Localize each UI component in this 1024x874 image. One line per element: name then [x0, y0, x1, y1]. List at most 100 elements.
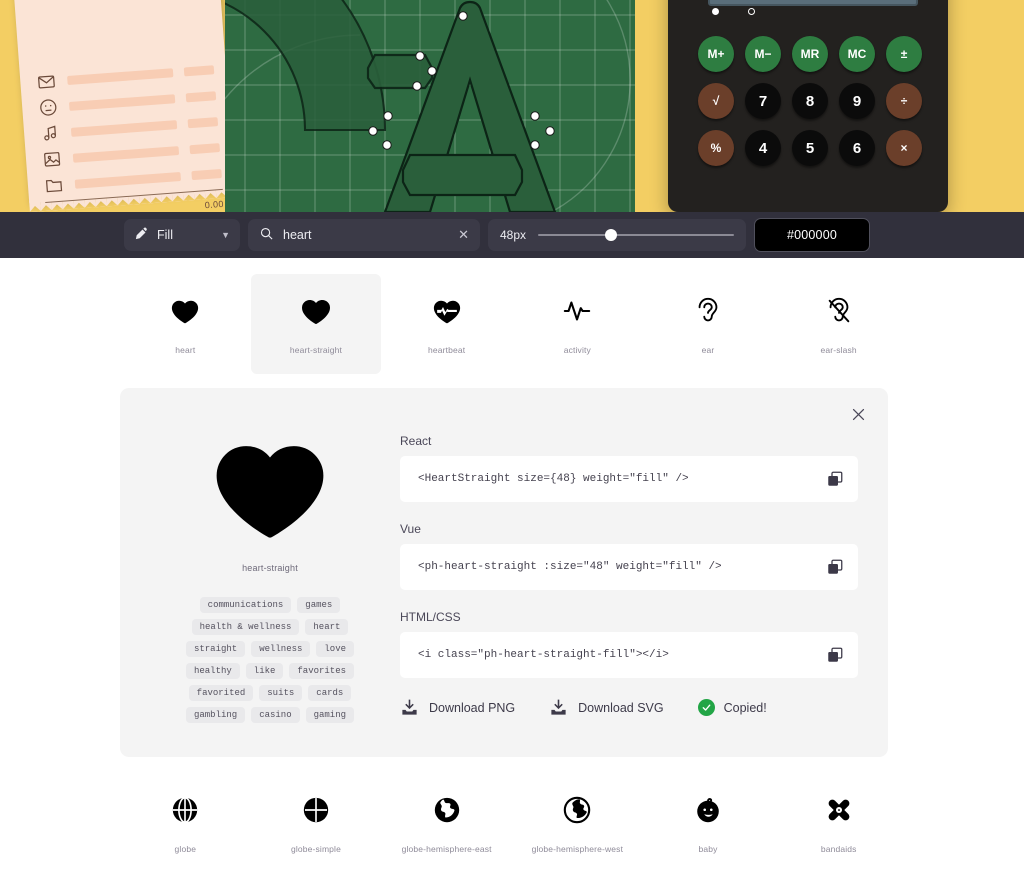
copy-icon[interactable] [826, 646, 844, 664]
calc-key[interactable]: × [886, 130, 922, 166]
tag-chip[interactable]: favorited [188, 685, 254, 701]
globe-hemisphere-west-icon [562, 793, 592, 827]
calc-key[interactable]: 9 [839, 83, 875, 119]
tag-chip[interactable]: straight [185, 641, 246, 657]
clear-search-icon[interactable]: ✕ [458, 227, 469, 243]
tag-chip[interactable]: love [316, 641, 355, 657]
calc-key[interactable]: MR [792, 36, 828, 72]
heart-straight-icon-large [160, 432, 380, 544]
calc-key[interactable]: ÷ [886, 83, 922, 119]
envelope-icon [36, 71, 57, 92]
calc-key[interactable]: % [698, 130, 734, 166]
snippet-box-react[interactable]: <HeartStraight size={48} weight="fill" /… [400, 456, 858, 502]
calc-key[interactable]: 5 [792, 130, 828, 166]
tag-chip[interactable]: wellness [251, 641, 311, 657]
color-swatch-button[interactable]: #000000 [754, 218, 870, 252]
tag-chip[interactable]: games [297, 597, 341, 613]
size-slider-group[interactable]: 48px [488, 219, 746, 251]
download-actions: Download PNG Download SVG Copied! [400, 698, 858, 717]
calc-key[interactable]: 8 [792, 83, 828, 119]
icon-browser: heart heart-straight heartbeat activity … [0, 258, 1024, 873]
calc-key[interactable]: M− [745, 36, 781, 72]
indicator-bullet-hollow [748, 8, 755, 15]
calculator-illustration: PHOSPHOR M+ M− MR MC ± √ 7 8 9 ÷ % [668, 0, 948, 212]
copy-icon[interactable] [826, 558, 844, 576]
smiley-icon [38, 97, 59, 118]
icon-results-grid-top: heart heart-straight heartbeat activity … [0, 258, 1024, 374]
tag-chip[interactable]: suits [259, 685, 303, 701]
size-value-label: 48px [500, 228, 527, 242]
search-input-value: heart [283, 228, 312, 242]
icon-cell-label: ear [701, 344, 715, 355]
calc-key[interactable]: MC [839, 36, 875, 72]
icon-cell-label: baby [698, 843, 718, 854]
icon-cell-activity[interactable]: activity [512, 274, 643, 374]
size-slider-thumb[interactable] [604, 229, 617, 241]
icon-cell-label: ear-slash [820, 344, 857, 355]
calc-key[interactable]: M+ [698, 36, 734, 72]
icon-snippet-column: React <HeartStraight size={48} weight="f… [380, 432, 858, 723]
icon-cell-label: heart [175, 344, 196, 355]
tag-chip[interactable]: healthy [185, 663, 240, 679]
calculator-key-row: √ 7 8 9 ÷ [698, 83, 928, 119]
snippet-label-vue: Vue [400, 522, 421, 536]
music-notes-icon [40, 123, 61, 144]
snippet-box-vue[interactable]: <ph-heart-straight :size="48" weight="fi… [400, 544, 858, 590]
baby-icon [693, 793, 723, 827]
close-icon[interactable] [846, 402, 870, 426]
tag-chip[interactable]: cards [308, 685, 352, 701]
icon-cell-ear-slash[interactable]: ear-slash [773, 274, 904, 374]
tag-chip[interactable]: gaming [305, 707, 355, 723]
search-input[interactable]: heart ✕ [248, 219, 480, 251]
weight-select[interactable]: Fill ▼ [124, 219, 240, 251]
icon-cell-heartbeat[interactable]: heartbeat [381, 274, 512, 374]
tag-chip[interactable]: heart [305, 619, 349, 635]
icon-cell-label: globe-hemisphere-east [401, 843, 492, 854]
tag-chip[interactable]: health & wellness [191, 619, 300, 635]
icon-cell-label: globe-simple [290, 843, 341, 854]
download-png-button[interactable]: Download PNG [400, 698, 515, 717]
icon-cell-globe-hemisphere-west[interactable]: globe-hemisphere-west [512, 773, 643, 873]
icon-detail-panel: heart-straight communications games heal… [120, 388, 888, 757]
size-slider-track[interactable] [538, 229, 734, 241]
heart-icon [170, 294, 200, 328]
snippet-code-vue: <ph-heart-straight :size="48" weight="fi… [418, 561, 722, 573]
icon-cell-baby[interactable]: baby [643, 773, 774, 873]
check-circle-icon [697, 699, 715, 716]
download-png-label: Download PNG [429, 700, 516, 715]
tag-chip[interactable]: casino [251, 707, 300, 723]
icon-cell-globe-hemisphere-east[interactable]: globe-hemisphere-east [381, 773, 512, 873]
calc-key[interactable]: ± [886, 36, 922, 72]
icon-cell-globe[interactable]: globe [120, 773, 251, 873]
calc-key[interactable]: 6 [839, 130, 875, 166]
icon-cell-label: heart-straight [289, 344, 343, 355]
copy-icon[interactable] [826, 470, 844, 488]
calc-key[interactable]: √ [698, 83, 734, 119]
tag-chip[interactable]: communications [199, 597, 292, 613]
icon-cell-ear[interactable]: ear [643, 274, 774, 374]
icon-cell-heart-straight[interactable]: heart-straight [250, 274, 382, 374]
download-svg-button[interactable]: Download SVG [549, 698, 664, 717]
calc-key[interactable]: 7 [745, 83, 781, 119]
snippet-code-htmlcss: <i class="ph-heart-straight-fill"></i> [418, 649, 669, 661]
indicator-bullet-filled [712, 8, 719, 15]
tag-chip[interactable]: gambling [185, 707, 246, 723]
calculator-keypad: M+ M− MR MC ± √ 7 8 9 ÷ % 4 5 6 × [698, 36, 928, 177]
tag-chip[interactable]: favorites [289, 663, 355, 679]
tag-chip[interactable]: like [245, 663, 284, 679]
icon-cell-bandaids[interactable]: bandaids [773, 773, 904, 873]
calculator-display [708, 0, 918, 6]
chevron-down-icon: ▼ [221, 230, 230, 240]
icon-cell-label: globe [174, 843, 197, 854]
icon-cell-heart[interactable]: heart [120, 274, 251, 374]
calc-key[interactable]: 4 [745, 130, 781, 166]
snippet-box-htmlcss[interactable]: <i class="ph-heart-straight-fill"></i> [400, 632, 858, 678]
activity-icon [562, 294, 592, 328]
receipt-total-value: 0.00 [204, 198, 225, 211]
pen-nib-icon [134, 226, 149, 244]
icon-results-grid-bottom: globe globe-simple globe-hemisphere-east… [0, 757, 1024, 873]
bezier-glyph-canvas[interactable] [225, 0, 635, 212]
copied-label: Copied! [723, 700, 767, 715]
globe-hemisphere-east-icon [432, 793, 462, 827]
icon-cell-globe-simple[interactable]: globe-simple [251, 773, 382, 873]
